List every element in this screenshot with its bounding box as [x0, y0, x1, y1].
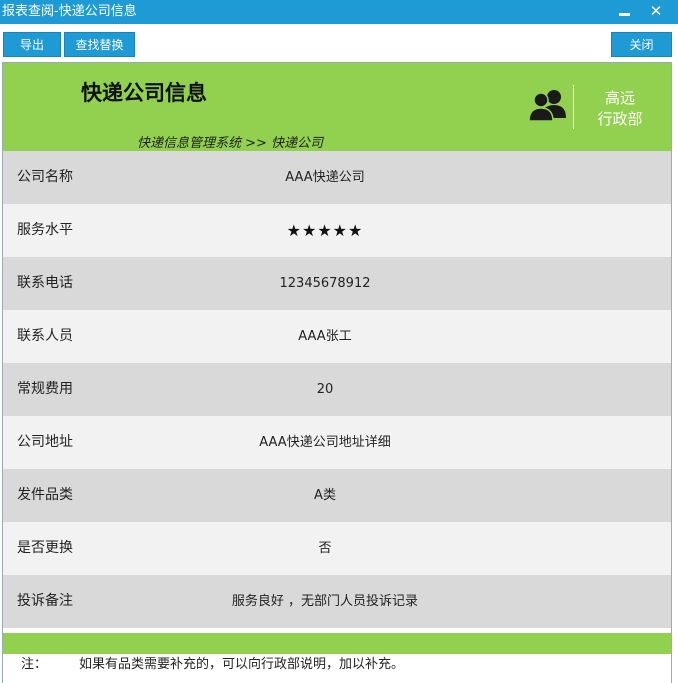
close-button[interactable]: 关闭 [611, 32, 672, 57]
info-table: 公司名称 AAA快递公司 服务水平 ★★★★★ 联系电话 12345678912… [3, 151, 671, 628]
window-title: 报表查阅-快递公司信息 [2, 4, 137, 19]
page-title: 快递公司信息 [81, 80, 207, 105]
toolbar: 导出 查找替换 关闭 [0, 24, 678, 62]
note-label: 注： [21, 657, 48, 672]
table-row: 联系人员 AAA张工 [3, 310, 671, 363]
users-icon [528, 90, 566, 122]
row-label: 联系电话 [17, 275, 73, 291]
row-label: 公司名称 [17, 169, 73, 185]
row-label: 服务水平 [17, 222, 73, 238]
footer-note: 注： 如果有品类需要补充的，可以向行政部说明，加以补充。 [21, 655, 404, 675]
note-text: 如果有品类需要补充的，可以向行政部说明，加以补充。 [79, 657, 405, 672]
row-value: A类 [314, 488, 336, 503]
header-divider [573, 85, 574, 129]
row-label: 是否更换 [17, 540, 73, 556]
row-value: AAA快递公司 [285, 170, 365, 185]
table-row: 投诉备注 服务良好 ，无部门人员投诉记录 [3, 575, 671, 628]
find-replace-button[interactable]: 查找替换 [64, 32, 135, 57]
row-value: 20 [316, 382, 334, 397]
row-value: 否 [318, 541, 332, 556]
rating-stars: ★★★★★ [286, 221, 364, 240]
row-value: AAA张工 [298, 329, 352, 344]
window-close-button[interactable]: ✕ [645, 0, 667, 24]
breadcrumb: 快递信息管理系统 >> 快递公司 [137, 136, 324, 151]
row-label: 公司地址 [17, 434, 73, 450]
table-row: 服务水平 ★★★★★ [3, 204, 671, 257]
footer-bar [3, 633, 671, 654]
row-value: 服务良好 ，无部门人员投诉记录 [231, 594, 419, 609]
row-value: 12345678912 [279, 276, 371, 291]
report-header: 快递公司信息 快递信息管理系统 >> 快递公司 高远 行政部 [3, 63, 671, 151]
user-name: 高远 [604, 89, 635, 107]
table-row: 是否更换 否 [3, 522, 671, 575]
table-row: 公司名称 AAA快递公司 [3, 151, 671, 204]
row-label: 常规费用 [17, 381, 73, 397]
table-row: 发件品类 A类 [3, 469, 671, 522]
export-button[interactable]: 导出 [3, 32, 61, 57]
user-info: 高远 行政部 [589, 88, 651, 130]
user-department: 行政部 [597, 110, 643, 128]
minimize-button[interactable] [614, 0, 636, 24]
row-value: AAA快递公司地址详细 [259, 435, 391, 450]
row-label: 发件品类 [17, 487, 73, 503]
report-frame: 快递公司信息 快递信息管理系统 >> 快递公司 高远 行政部 公司名称 AAA快… [2, 62, 672, 683]
table-row: 常规费用 20 [3, 363, 671, 416]
title-bar: 报表查阅-快递公司信息 ✕ [0, 0, 678, 24]
row-label: 投诉备注 [17, 593, 73, 609]
table-row: 联系电话 12345678912 [3, 257, 671, 310]
table-row: 公司地址 AAA快递公司地址详细 [3, 416, 671, 469]
row-label: 联系人员 [17, 328, 73, 344]
